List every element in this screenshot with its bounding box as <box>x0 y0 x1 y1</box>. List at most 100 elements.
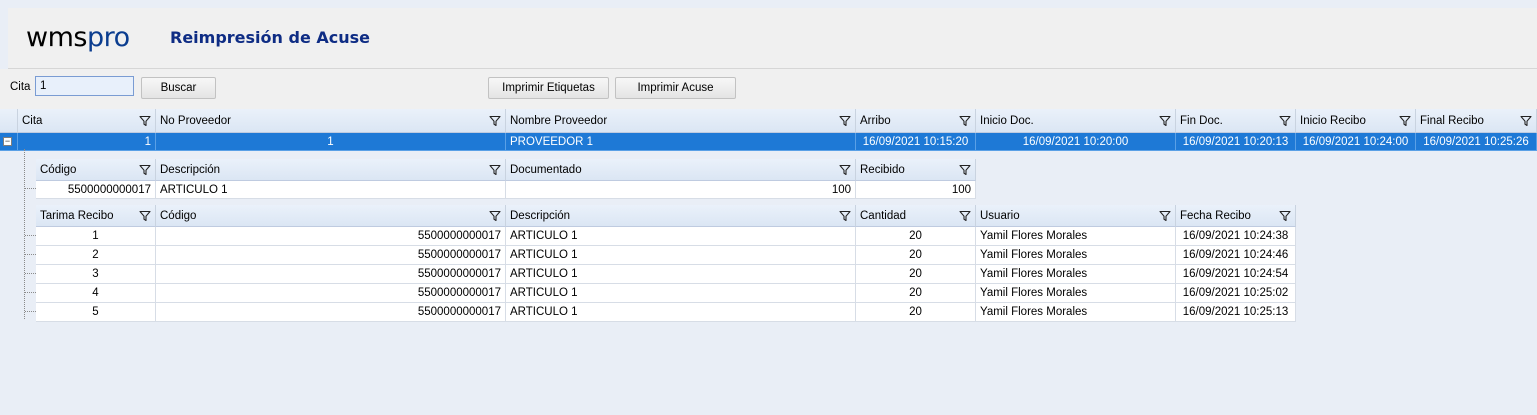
cell-tarima-recibo[interactable]: 5 <box>36 303 156 322</box>
cell-fecha-recibo[interactable]: 16/09/2021 10:25:02 <box>1176 284 1296 303</box>
cell-cantidad[interactable]: 20 <box>856 284 976 303</box>
column-header-usuario[interactable]: Usuario <box>976 205 1176 227</box>
column-header-final-recibo[interactable]: Final Recibo <box>1416 109 1537 133</box>
filter-icon[interactable] <box>959 115 971 127</box>
cell-usuario[interactable]: Yamil Flores Morales <box>976 303 1176 322</box>
cell-nombre-proveedor[interactable]: PROVEEDOR 1 <box>506 133 856 151</box>
column-header-fecha-recibo[interactable]: Fecha Recibo <box>1176 205 1296 227</box>
cell-fecha-recibo[interactable]: 16/09/2021 10:24:38 <box>1176 227 1296 246</box>
cell-codigo[interactable]: 5500000000017 <box>156 284 506 303</box>
wmspro-logo: wmspro <box>26 22 130 53</box>
imprimir-acuse-button[interactable]: Imprimir Acuse <box>615 77 736 99</box>
cell-no-proveedor[interactable]: 1 <box>156 133 506 151</box>
collapse-icon[interactable]: − <box>3 137 12 146</box>
column-header-cita[interactable]: Cita <box>18 109 156 133</box>
filter-icon[interactable] <box>1279 210 1291 222</box>
column-header-inicio-recibo[interactable]: Inicio Recibo <box>1296 109 1416 133</box>
column-header-label: Código <box>40 163 77 176</box>
cell-descripcion[interactable]: ARTICULO 1 <box>506 227 856 246</box>
cell-codigo[interactable]: 5500000000017 <box>156 246 506 265</box>
column-header-documentado[interactable]: Documentado <box>506 159 856 181</box>
cell-descripcion[interactable]: ARTICULO 1 <box>156 181 506 199</box>
cell-descripcion[interactable]: ARTICULO 1 <box>506 246 856 265</box>
table-row[interactable]: 4 5500000000017 ARTICULO 1 20 Yamil Flores M… <box>36 284 1296 303</box>
filter-icon[interactable] <box>139 164 151 176</box>
filter-icon[interactable] <box>1159 210 1171 222</box>
table-row[interactable]: 2 5500000000017 ARTICULO 1 20 Yamil Flores M… <box>36 246 1296 265</box>
column-header-label: Tarima Recibo <box>40 209 114 222</box>
cell-tarima-recibo[interactable]: 1 <box>36 227 156 246</box>
cell-codigo[interactable]: 5500000000017 <box>156 227 506 246</box>
cell-documentado[interactable]: 100 <box>506 181 856 199</box>
column-header-no-proveedor[interactable]: No Proveedor <box>156 109 506 133</box>
cell-descripcion[interactable]: ARTICULO 1 <box>506 284 856 303</box>
cell-arribo[interactable]: 16/09/2021 10:15:20 <box>856 133 976 151</box>
column-header-label: Descripción <box>160 163 221 176</box>
cell-inicio-recibo[interactable]: 16/09/2021 10:24:00 <box>1296 133 1416 151</box>
cell-fecha-recibo[interactable]: 16/09/2021 10:24:54 <box>1176 265 1296 284</box>
cell-codigo[interactable]: 5500000000017 <box>156 303 506 322</box>
column-header-recibido[interactable]: Recibido <box>856 159 976 181</box>
cell-cantidad[interactable]: 20 <box>856 303 976 322</box>
filter-icon[interactable] <box>489 210 501 222</box>
column-header-nombre-proveedor[interactable]: Nombre Proveedor <box>506 109 856 133</box>
column-header-codigo[interactable]: Código <box>36 159 156 181</box>
cell-cantidad[interactable]: 20 <box>856 227 976 246</box>
cell-codigo[interactable]: 5500000000017 <box>156 265 506 284</box>
filter-icon[interactable] <box>1520 115 1532 127</box>
filter-icon[interactable] <box>839 115 851 127</box>
filter-icon[interactable] <box>489 115 501 127</box>
cell-descripcion[interactable]: ARTICULO 1 <box>506 265 856 284</box>
cell-final-recibo[interactable]: 16/09/2021 10:25:26 <box>1416 133 1537 151</box>
column-header-descripcion[interactable]: Descripción <box>156 159 506 181</box>
table-row[interactable]: 1 1 PROVEEDOR 1 16/09/2021 10:15:20 16/09/20… <box>0 133 1537 151</box>
imprimir-etiquetas-button[interactable]: Imprimir Etiquetas <box>488 77 609 99</box>
column-header-descripcion[interactable]: Descripción <box>506 205 856 227</box>
filter-icon[interactable] <box>1399 115 1411 127</box>
filter-icon[interactable] <box>489 164 501 176</box>
table-row[interactable]: 1 5500000000017 ARTICULO 1 20 Yamil Flores M… <box>36 227 1296 246</box>
cell-cantidad[interactable]: 20 <box>856 265 976 284</box>
cell-descripcion[interactable]: ARTICULO 1 <box>506 303 856 322</box>
table-row[interactable]: 5500000000017 ARTICULO 1 100 100 <box>36 181 976 199</box>
column-header-label: Fecha Recibo <box>1180 209 1251 222</box>
cell-codigo[interactable]: 5500000000017 <box>36 181 156 199</box>
filter-icon[interactable] <box>1159 115 1171 127</box>
cell-usuario[interactable]: Yamil Flores Morales <box>976 227 1176 246</box>
cell-tarima-recibo[interactable]: 2 <box>36 246 156 265</box>
column-header-tarima-recibo[interactable]: Tarima Recibo <box>36 205 156 227</box>
filter-icon[interactable] <box>139 115 151 127</box>
filter-icon[interactable] <box>839 164 851 176</box>
column-header-fin-doc[interactable]: Fin Doc. <box>1176 109 1296 133</box>
cell-fecha-recibo[interactable]: 16/09/2021 10:25:13 <box>1176 303 1296 322</box>
cell-inicio-doc[interactable]: 16/09/2021 10:20:00 <box>976 133 1176 151</box>
table-row[interactable]: 5 5500000000017 ARTICULO 1 20 Yamil Flores M… <box>36 303 1296 322</box>
column-header-cantidad[interactable]: Cantidad <box>856 205 976 227</box>
filter-icon[interactable] <box>959 164 971 176</box>
results-grid-area: Cita No Proveedor Nombre Proveedor Arribo In… <box>0 109 1537 415</box>
cell-usuario[interactable]: Yamil Flores Morales <box>976 284 1176 303</box>
filter-icon[interactable] <box>839 210 851 222</box>
column-header-codigo[interactable]: Código <box>156 205 506 227</box>
cell-fin-doc[interactable]: 16/09/2021 10:20:13 <box>1176 133 1296 151</box>
cell-usuario[interactable]: Yamil Flores Morales <box>976 265 1176 284</box>
tree-line <box>25 311 36 312</box>
filter-icon[interactable] <box>1279 115 1291 127</box>
cell-usuario[interactable]: Yamil Flores Morales <box>976 246 1176 265</box>
cell-tarima-recibo[interactable]: 3 <box>36 265 156 284</box>
buscar-button[interactable]: Buscar <box>141 77 216 99</box>
cell-cita[interactable]: 1 <box>18 133 156 151</box>
column-header-arribo[interactable]: Arribo <box>856 109 976 133</box>
filter-icon[interactable] <box>959 210 971 222</box>
column-header-inicio-doc[interactable]: Inicio Doc. <box>976 109 1176 133</box>
filter-icon[interactable] <box>139 210 151 222</box>
tree-line <box>25 235 36 236</box>
cell-cantidad[interactable]: 20 <box>856 246 976 265</box>
cell-recibido[interactable]: 100 <box>856 181 976 199</box>
column-header-label: Cita <box>22 114 43 127</box>
cell-tarima-recibo[interactable]: 4 <box>36 284 156 303</box>
detail-grid-header: Código Descripción Documentado Recibido <box>36 159 976 181</box>
table-row[interactable]: 3 5500000000017 ARTICULO 1 20 Yamil Flores M… <box>36 265 1296 284</box>
cell-fecha-recibo[interactable]: 16/09/2021 10:24:46 <box>1176 246 1296 265</box>
cita-input[interactable] <box>35 76 134 96</box>
